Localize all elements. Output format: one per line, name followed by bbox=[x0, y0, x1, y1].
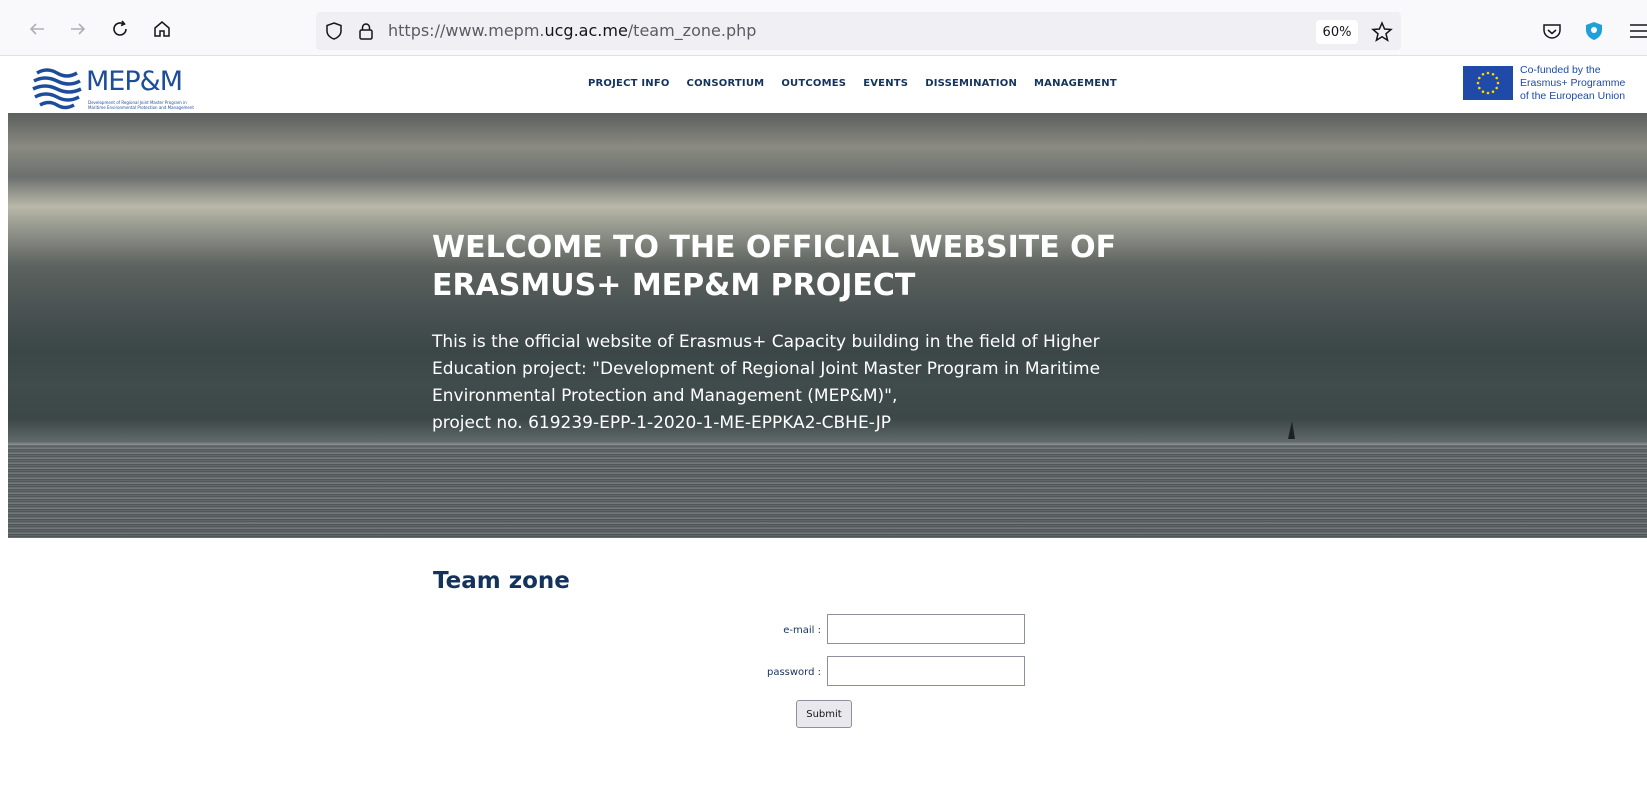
email-label: e-mail : bbox=[783, 625, 821, 636]
url-path: /team_zone.php bbox=[627, 21, 757, 40]
pocket-icon[interactable] bbox=[1541, 20, 1563, 42]
url-text[interactable]: https://www.mepm.ucg.ac.me/team_zone.php bbox=[388, 21, 756, 40]
logo-subtitle: Development of Regional Joint Master Pro… bbox=[88, 100, 194, 110]
menu-icon[interactable] bbox=[1628, 22, 1647, 40]
waves-logo-icon bbox=[32, 62, 82, 110]
nav-management[interactable]: MANAGEMENT bbox=[1034, 78, 1117, 89]
forward-arrow-icon[interactable] bbox=[65, 16, 91, 42]
lock-icon[interactable] bbox=[356, 21, 376, 41]
eu-funding-text: Co-funded by the Erasmus+ Programme of t… bbox=[1520, 64, 1625, 103]
hero-text-line1: This is the official website of Erasmus+… bbox=[432, 332, 1100, 352]
hero-title-line1: WELCOME TO THE OFFICIAL WEBSITE OF bbox=[432, 230, 1117, 265]
url-bar[interactable]: https://www.mepm.ucg.ac.me/team_zone.php bbox=[316, 12, 1401, 50]
site-header: MEP&M Development of Regional Joint Mast… bbox=[8, 56, 1647, 113]
home-icon[interactable] bbox=[149, 16, 175, 42]
email-field[interactable] bbox=[827, 614, 1025, 644]
nav-consortium[interactable]: CONSORTIUM bbox=[687, 78, 765, 89]
submit-button[interactable]: Submit bbox=[796, 700, 852, 728]
url-prefix: https://www.mepm. bbox=[388, 21, 545, 40]
nav-outcomes[interactable]: OUTCOMES bbox=[781, 78, 846, 89]
shield-icon[interactable] bbox=[324, 21, 344, 41]
password-field[interactable] bbox=[827, 656, 1025, 686]
eu-text-line3: of the European Union bbox=[1520, 90, 1626, 102]
eu-text-line2: Erasmus+ Programme bbox=[1520, 77, 1626, 89]
nav-events[interactable]: EVENTS bbox=[863, 78, 908, 89]
sailboat-icon bbox=[1288, 421, 1295, 439]
hero-text-line4: project no. 619239-EPP-1-2020-1-ME-EPPKA… bbox=[432, 413, 892, 433]
eu-text-line1: Co-funded by the bbox=[1520, 64, 1601, 76]
extension-shield-icon[interactable] bbox=[1583, 20, 1605, 42]
hero-text-line3: Environmental Protection and Management … bbox=[432, 386, 898, 406]
browser-toolbar: https://www.mepm.ucg.ac.me/team_zone.php… bbox=[0, 0, 1647, 56]
zoom-level-badge[interactable]: 60% bbox=[1316, 20, 1358, 44]
main-nav: PROJECT INFO CONSORTIUM OUTCOMES EVENTS … bbox=[588, 78, 1117, 89]
mepm-logo[interactable]: MEP&M Development of Regional Joint Mast… bbox=[32, 58, 202, 112]
hero-sea bbox=[8, 445, 1647, 538]
reload-icon[interactable] bbox=[107, 16, 133, 42]
nav-project-info[interactable]: PROJECT INFO bbox=[588, 78, 670, 89]
hero-title: WELCOME TO THE OFFICIAL WEBSITE OF ERASM… bbox=[432, 229, 1232, 305]
hero-text-line2: Education project: "Development of Regio… bbox=[432, 359, 1101, 379]
eu-flag-icon bbox=[1463, 66, 1513, 100]
nav-dissemination[interactable]: DISSEMINATION bbox=[925, 78, 1017, 89]
back-arrow-icon[interactable] bbox=[24, 16, 50, 42]
team-zone-title: Team zone bbox=[433, 568, 570, 594]
bookmark-star-icon[interactable] bbox=[1370, 20, 1394, 44]
url-domain: ucg.ac.me bbox=[544, 21, 628, 40]
password-label: password : bbox=[766, 667, 821, 678]
hero-banner: WELCOME TO THE OFFICIAL WEBSITE OF ERASM… bbox=[8, 113, 1647, 538]
hero-title-line2: ERASMUS+ MEP&M PROJECT bbox=[432, 268, 916, 303]
hero-text: This is the official website of Erasmus+… bbox=[432, 329, 1192, 437]
logo-text: MEP&M bbox=[86, 66, 183, 97]
